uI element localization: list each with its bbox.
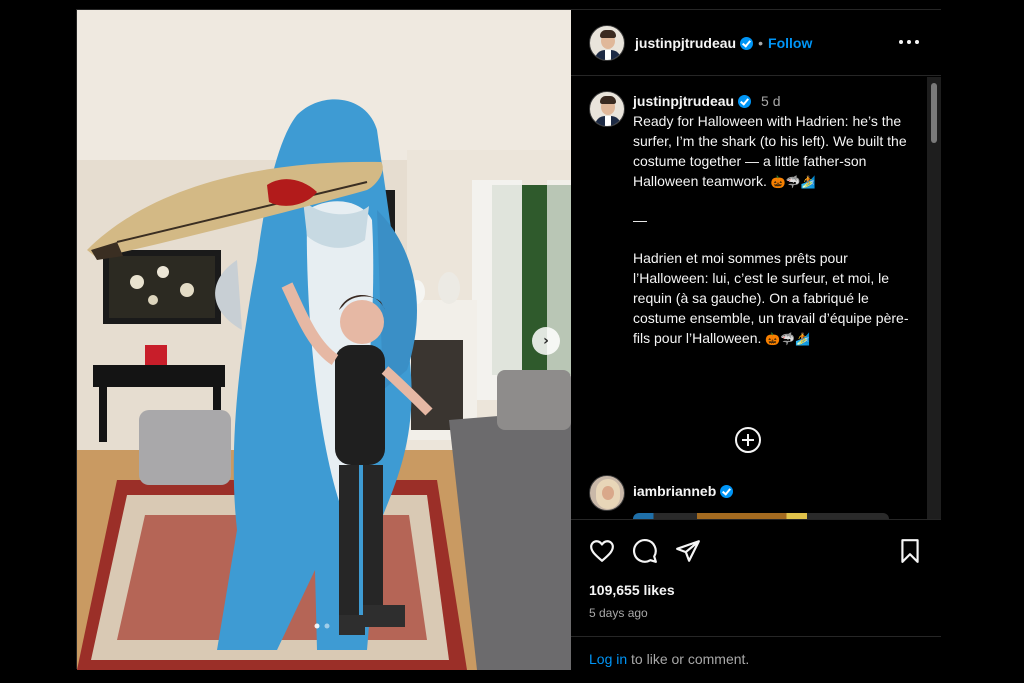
share-icon[interactable] (675, 538, 701, 564)
pumpkin-emoji-icon: 🎃 (770, 175, 786, 189)
author-username[interactable]: justinpjtrudeau (635, 35, 754, 51)
shark-emoji-icon: 🦈 (785, 175, 801, 189)
commenter-username-text[interactable]: iambrianneb (633, 483, 716, 499)
caption-author-avatar[interactable] (589, 91, 625, 127)
caption-text-en: Ready for Halloween with Hadrien: he’s t… (633, 111, 923, 192)
scrollbar-thumb[interactable] (931, 83, 937, 143)
pumpkin-emoji-icon: 🎃 (765, 332, 781, 346)
comments-scrollbar[interactable] (927, 77, 941, 519)
add-comment-icon[interactable] (735, 427, 761, 453)
caption-age[interactable]: 5 d (761, 93, 780, 109)
login-prompt: Log in to like or comment. (571, 636, 941, 671)
comment-icon[interactable] (632, 538, 658, 564)
post-actions: 109,655 likes 5 days ago Log in to like … (571, 519, 941, 670)
commenter-username[interactable]: iambrianneb (633, 483, 734, 499)
surfer-emoji-icon: 🏄 (800, 175, 816, 189)
caption-text-fr: Hadrien et moi sommes prêts pour l’Hallo… (633, 248, 923, 349)
comments-list[interactable]: justinpjtrudeau 5 d Ready for Halloween … (571, 77, 927, 519)
header-separator: • (758, 34, 764, 51)
likes-count[interactable]: 109,655 likes (589, 582, 675, 598)
commenter-avatar[interactable] (589, 475, 625, 511)
comment-item: iambrianneb (589, 475, 919, 519)
caption-username[interactable]: justinpjtrudeau (633, 93, 734, 109)
login-link[interactable]: Log in (589, 651, 627, 667)
post-side-panel: justinpjtrudeau • Follow justinpjtrudeau… (571, 10, 941, 670)
bookmark-icon[interactable] (897, 538, 923, 564)
verified-badge-icon (740, 36, 754, 50)
heart-icon[interactable] (589, 538, 615, 564)
photo-scene (77, 10, 571, 670)
next-photo-button[interactable]: › (532, 327, 560, 355)
login-prompt-text: to like or comment. (627, 651, 750, 667)
surfer-emoji-icon: 🏄 (795, 332, 811, 346)
author-username-text[interactable]: justinpjtrudeau (635, 35, 736, 51)
post-dialog: › justinpjtrudeau • Follow justinpjtrude… (76, 9, 941, 670)
caption-divider: — (633, 212, 647, 228)
follow-button[interactable]: Follow (768, 35, 812, 51)
verified-badge-icon (720, 485, 734, 498)
post-timestamp[interactable]: 5 days ago (589, 606, 648, 620)
more-options-icon[interactable] (899, 34, 919, 50)
author-avatar[interactable] (589, 24, 625, 61)
shark-emoji-icon: 🦈 (780, 332, 796, 346)
post-header: justinpjtrudeau • Follow (571, 10, 941, 76)
verified-badge-icon (738, 95, 752, 108)
post-photo[interactable]: › (77, 10, 571, 670)
chevron-right-icon: › (543, 333, 549, 349)
